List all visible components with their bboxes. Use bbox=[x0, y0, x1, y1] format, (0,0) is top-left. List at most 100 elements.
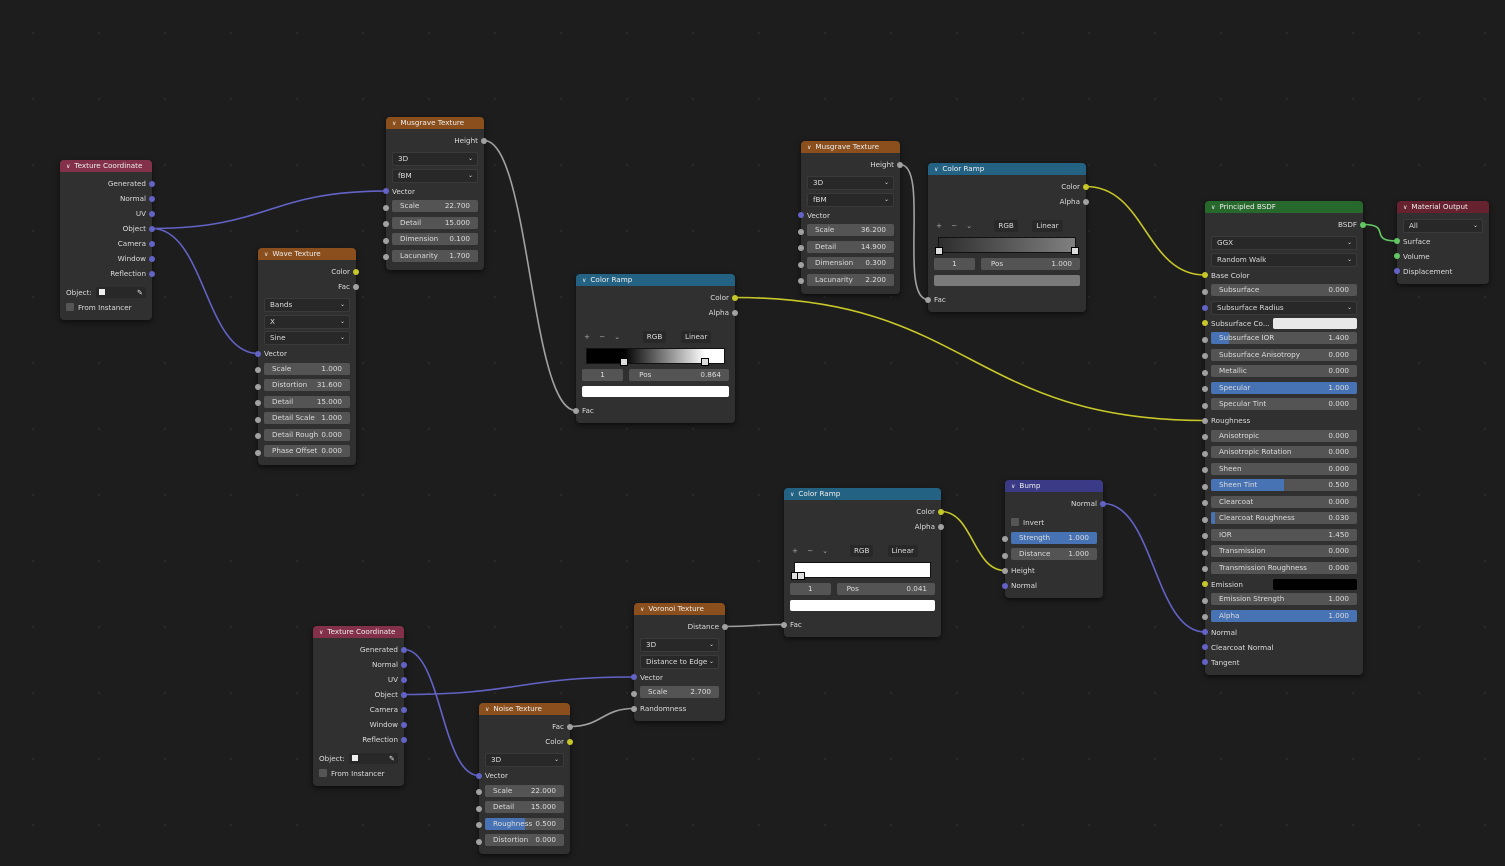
stop-position-field[interactable]: Pos 1.000 bbox=[980, 258, 1080, 270]
node-link[interactable] bbox=[899, 163, 929, 301]
value-slider[interactable]: Subsurface Anisotropy 0.000 bbox=[1211, 348, 1357, 361]
node-link[interactable] bbox=[483, 139, 577, 412]
chevron-down-icon[interactable]: ∨ bbox=[934, 164, 938, 175]
float-socket[interactable] bbox=[1202, 353, 1208, 359]
chevron-down-icon[interactable]: ∨ bbox=[1211, 202, 1215, 213]
float-socket[interactable] bbox=[897, 161, 903, 168]
object-picker[interactable]: ✎ bbox=[349, 753, 398, 764]
float-socket[interactable] bbox=[631, 690, 637, 697]
value-slider[interactable]: Distortion 31.600 bbox=[264, 379, 350, 391]
node-header[interactable]: ∨ Voronoi Texture bbox=[634, 603, 725, 615]
checkbox[interactable] bbox=[319, 769, 327, 777]
dropdown[interactable]: Distance to Edge ⌄ bbox=[640, 654, 719, 669]
value-slider[interactable]: Specular Tint 0.000 bbox=[1211, 398, 1357, 410]
color-socket[interactable] bbox=[1202, 272, 1208, 278]
value-slider[interactable]: Scale 1.000 bbox=[264, 362, 350, 375]
remove-stop-button[interactable]: − bbox=[599, 332, 605, 341]
float-socket[interactable] bbox=[573, 407, 579, 414]
ramp-stop-handle[interactable] bbox=[796, 572, 805, 580]
dropdown[interactable]: Random Walk ⌄ bbox=[1211, 252, 1357, 267]
float-socket[interactable] bbox=[476, 838, 482, 845]
float-socket[interactable] bbox=[255, 383, 261, 390]
color-ramp-bar[interactable] bbox=[935, 237, 1079, 255]
ramp-stop-handle[interactable] bbox=[619, 358, 628, 366]
stop-index-field[interactable]: 1 bbox=[934, 258, 975, 270]
color-socket[interactable] bbox=[1083, 183, 1089, 190]
vector-socket[interactable] bbox=[1202, 659, 1208, 665]
eyedropper-icon[interactable]: ✎ bbox=[389, 751, 395, 766]
ramp-stop-handle[interactable] bbox=[701, 358, 710, 366]
add-stop-button[interactable]: + bbox=[792, 546, 798, 555]
float-socket[interactable] bbox=[255, 367, 261, 373]
node-header[interactable]: ∨ Noise Texture bbox=[479, 703, 570, 715]
node-link[interactable] bbox=[1362, 223, 1398, 242]
vector-socket[interactable] bbox=[383, 188, 389, 194]
node-ramp2[interactable]: ∨ Color Ramp Color Alpha + − ⌄ RGB Linear 1 Pos 1.0… bbox=[925, 163, 1089, 312]
value-slider[interactable]: Emission Strength 1.000 bbox=[1211, 593, 1357, 605]
chevron-down-icon[interactable]: ∨ bbox=[1403, 202, 1407, 213]
float-socket[interactable] bbox=[938, 523, 944, 530]
float-socket[interactable] bbox=[1202, 467, 1208, 473]
node-link[interactable] bbox=[151, 227, 259, 355]
float-socket[interactable] bbox=[255, 433, 261, 439]
node-wave[interactable]: ∨ Wave Texture Color Fac Bands ⌄ X ⌄ Sine ⌄ Vector… bbox=[255, 248, 359, 465]
float-socket[interactable] bbox=[567, 723, 573, 730]
value-slider[interactable]: Subsurface IOR 1.400 bbox=[1211, 332, 1357, 344]
node-matout[interactable]: ∨ Material Output All ⌄ Surface Volume Displac… bbox=[1394, 201, 1489, 284]
node-noise[interactable]: ∨ Noise Texture Fac Color 3D ⌄ Vector Scale 22.0… bbox=[476, 703, 573, 854]
float-socket[interactable] bbox=[1202, 402, 1208, 409]
value-slider[interactable]: Roughness 0.500 bbox=[485, 817, 564, 830]
color-ramp-bar[interactable] bbox=[586, 348, 725, 366]
node-link[interactable] bbox=[151, 190, 387, 230]
vector-socket[interactable] bbox=[401, 706, 407, 713]
value-slider[interactable]: Detail 14.900 bbox=[807, 240, 894, 253]
vector-socket[interactable] bbox=[1202, 305, 1208, 311]
value-slider[interactable]: Clearcoat Roughness 0.030 bbox=[1211, 512, 1357, 524]
value-slider[interactable]: Detail Rough 0.000 bbox=[264, 428, 350, 441]
value-slider[interactable]: Lacunarity 1.700 bbox=[392, 249, 478, 262]
dropdown[interactable]: fBM ⌄ bbox=[807, 192, 894, 207]
float-socket[interactable] bbox=[732, 309, 738, 316]
dropdown[interactable]: X ⌄ bbox=[264, 314, 350, 329]
shader-socket[interactable] bbox=[1360, 221, 1366, 228]
remove-stop-button[interactable]: − bbox=[807, 546, 813, 555]
add-stop-button[interactable]: + bbox=[936, 221, 942, 230]
value-slider[interactable]: Dimension 0.100 bbox=[392, 233, 478, 245]
vector-socket[interactable] bbox=[401, 646, 407, 653]
dropdown[interactable]: Bands ⌄ bbox=[264, 298, 350, 312]
float-socket[interactable] bbox=[1202, 336, 1208, 343]
node-header[interactable]: ∨ Color Ramp bbox=[784, 488, 941, 500]
ramp-stop-handle[interactable] bbox=[1071, 247, 1079, 255]
float-socket[interactable] bbox=[798, 278, 804, 284]
color-swatch[interactable] bbox=[1273, 317, 1357, 329]
float-socket[interactable] bbox=[1002, 552, 1008, 559]
node-header[interactable]: ∨ Material Output bbox=[1397, 201, 1489, 213]
float-socket[interactable] bbox=[383, 254, 389, 260]
chevron-down-icon[interactable]: ∨ bbox=[1011, 481, 1015, 492]
chevron-down-icon[interactable]: ∨ bbox=[485, 704, 489, 715]
node-bsdf[interactable]: ∨ Principled BSDF BSDF GGX ⌄ Random Walk ⌄ Base… bbox=[1202, 201, 1366, 675]
float-socket[interactable] bbox=[476, 822, 482, 828]
color-socket[interactable] bbox=[732, 294, 738, 301]
value-slider[interactable]: Scale 22.700 bbox=[392, 200, 478, 212]
color-mode-dropdown[interactable]: RGB bbox=[642, 331, 667, 343]
vector-socket[interactable] bbox=[149, 270, 155, 277]
node-link[interactable] bbox=[1102, 502, 1206, 633]
value-slider[interactable]: Detail 15.000 bbox=[392, 216, 478, 229]
dropdown[interactable]: fBM ⌄ bbox=[392, 168, 478, 183]
chevron-down-icon[interactable]: ∨ bbox=[807, 142, 811, 153]
vector-socket[interactable] bbox=[476, 772, 482, 779]
node-header[interactable]: ∨ Bump bbox=[1005, 480, 1103, 492]
value-slider[interactable]: Metallic 0.000 bbox=[1211, 365, 1357, 377]
float-socket[interactable] bbox=[1002, 567, 1008, 574]
stop-index-field[interactable]: 1 bbox=[582, 369, 624, 381]
chevron-down-icon[interactable]: ∨ bbox=[790, 489, 794, 500]
color-socket[interactable] bbox=[1202, 320, 1208, 326]
color-socket[interactable] bbox=[353, 268, 359, 275]
color-mode-dropdown[interactable]: RGB bbox=[994, 220, 1018, 232]
dropdown[interactable]: 3D ⌄ bbox=[640, 638, 719, 652]
vector-socket[interactable] bbox=[149, 240, 155, 247]
checkbox[interactable] bbox=[66, 303, 74, 311]
float-socket[interactable] bbox=[722, 623, 728, 630]
float-socket[interactable] bbox=[383, 237, 389, 244]
